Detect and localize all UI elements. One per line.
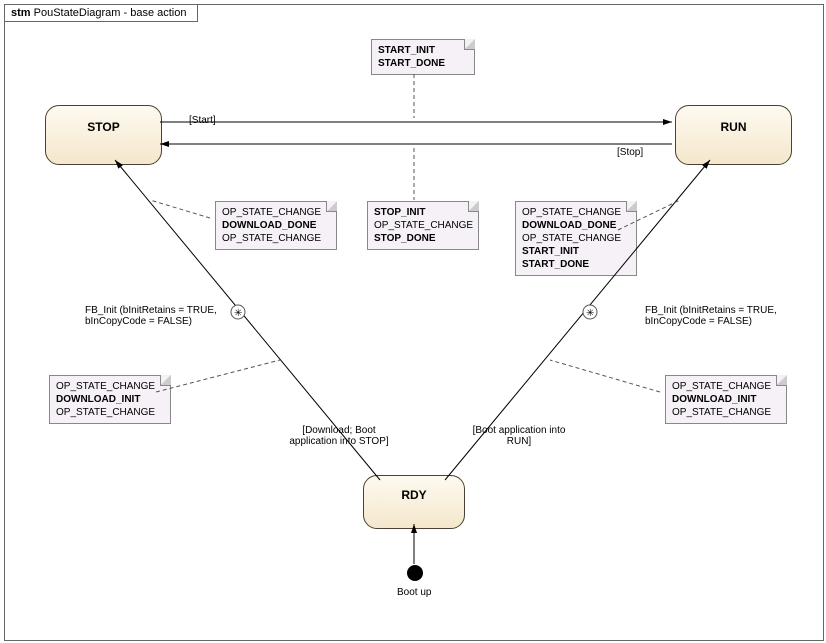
note-line: DOWNLOAD_DONE (222, 220, 316, 231)
state-run-label: RUN (721, 120, 747, 134)
label-fbinit-left: FB_Init (bInitRetains = TRUE,bInCopyCode… (85, 305, 235, 327)
note-right-upper: OP_STATE_CHANGE DOWNLOAD_DONE OP_STATE_C… (515, 201, 637, 276)
note-line: OP_STATE_CHANGE (522, 233, 621, 244)
note-line: DOWNLOAD_INIT (672, 394, 756, 405)
state-rdy: RDY (363, 475, 465, 529)
note-line: START_INIT (522, 246, 579, 257)
note-line: STOP_DONE (374, 233, 436, 244)
label-boot-run: [Boot application intoRUN] (459, 425, 579, 447)
note-line: OP_STATE_CHANGE (374, 220, 473, 231)
state-stop-label: STOP (87, 120, 119, 134)
note-line: DOWNLOAD_DONE (522, 220, 616, 231)
initial-state (407, 565, 423, 581)
note-line: OP_STATE_CHANGE (672, 381, 771, 392)
note-line: START_DONE (378, 58, 445, 69)
note-line: STOP_INIT (374, 207, 426, 218)
note-line: START_DONE (522, 259, 589, 270)
label-bootup: Boot up (397, 587, 431, 598)
state-run: RUN (675, 105, 792, 165)
note-line: START_INIT (378, 45, 435, 56)
label-download-stop: [Download; Bootapplication into STOP] (279, 425, 399, 447)
note-line: OP_STATE_CHANGE (56, 407, 155, 418)
note-start-events: START_INIT START_DONE (371, 39, 475, 75)
label-start: [Start] (189, 115, 216, 126)
note-stop-events: STOP_INIT OP_STATE_CHANGE STOP_DONE (367, 201, 479, 250)
note-line: OP_STATE_CHANGE (222, 207, 321, 218)
diagram-title-tab: stm PouStateDiagram - base action (4, 4, 198, 22)
label-stop: [Stop] (617, 147, 643, 158)
diagram-title: PouStateDiagram - base action (34, 7, 187, 19)
note-line: DOWNLOAD_INIT (56, 394, 140, 405)
note-left-upper: OP_STATE_CHANGE DOWNLOAD_DONE OP_STATE_C… (215, 201, 337, 250)
note-line: OP_STATE_CHANGE (56, 381, 155, 392)
note-line: OP_STATE_CHANGE (672, 407, 771, 418)
diagram-frame: stm PouStateDiagram - base action STOP R… (4, 4, 824, 641)
note-right-lower: OP_STATE_CHANGE DOWNLOAD_INIT OP_STATE_C… (665, 375, 787, 424)
state-rdy-label: RDY (401, 488, 426, 502)
state-stop: STOP (45, 105, 162, 165)
diagram-kind: stm (11, 7, 31, 19)
note-left-lower: OP_STATE_CHANGE DOWNLOAD_INIT OP_STATE_C… (49, 375, 171, 424)
note-line: OP_STATE_CHANGE (222, 233, 321, 244)
note-line: OP_STATE_CHANGE (522, 207, 621, 218)
label-fbinit-right: FB_Init (bInitRetains = TRUE,bInCopyCode… (645, 305, 795, 327)
